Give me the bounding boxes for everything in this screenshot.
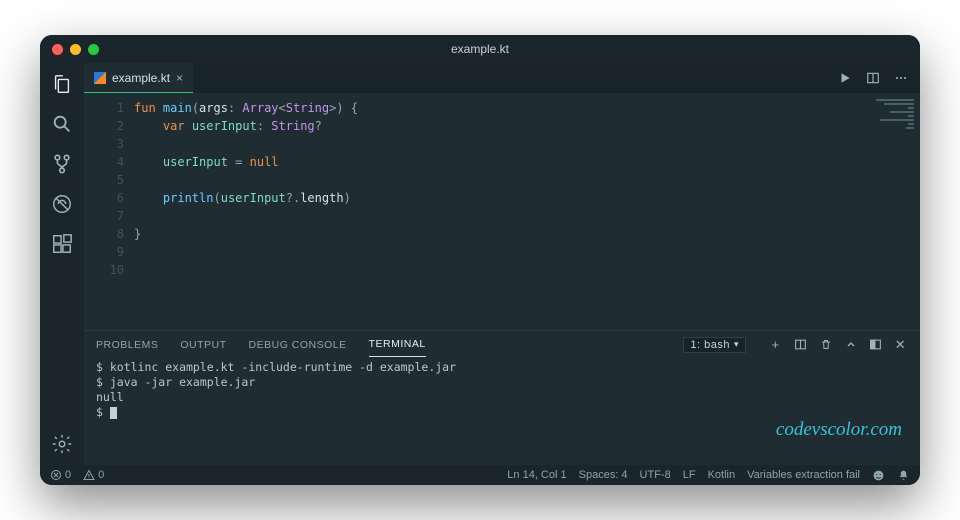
explorer-icon[interactable] <box>49 71 75 97</box>
activity-bar <box>40 63 84 465</box>
code-content[interactable]: fun main(args: Array<String>) { var user… <box>134 93 860 330</box>
tab-example-kt[interactable]: example.kt × <box>84 63 193 93</box>
panel-tab-debug-console[interactable]: DEBUG CONSOLE <box>249 333 347 357</box>
status-cursor-position[interactable]: Ln 14, Col 1 <box>507 469 566 481</box>
debug-icon[interactable] <box>49 191 75 217</box>
toggle-panel-icon[interactable] <box>868 337 883 352</box>
line-number: 3 <box>84 135 124 153</box>
panel-tab-terminal[interactable]: TERMINAL <box>369 332 426 357</box>
status-errors[interactable]: 0 <box>50 469 71 481</box>
terminal-cursor <box>110 407 117 419</box>
line-number: 4 <box>84 153 124 171</box>
split-editor-icon[interactable] <box>864 69 882 87</box>
terminal-line: null <box>96 390 908 405</box>
terminal-line: $ <box>96 405 908 420</box>
line-number: 6 <box>84 189 124 207</box>
minimize-window-icon[interactable] <box>70 44 81 55</box>
titlebar: example.kt <box>40 35 920 63</box>
terminal-selector[interactable]: 1: bash ▾ <box>683 337 746 353</box>
traffic-lights <box>52 44 99 55</box>
terminal-line: $ kotlinc example.kt -include-runtime -d… <box>96 360 908 375</box>
status-eol[interactable]: LF <box>683 469 696 481</box>
status-bell-icon[interactable] <box>897 469 910 482</box>
line-number: 1 <box>84 99 124 117</box>
line-number: 8 <box>84 225 124 243</box>
run-icon[interactable] <box>836 69 854 87</box>
split-terminal-icon[interactable] <box>793 337 808 352</box>
maximize-panel-icon[interactable] <box>843 337 858 352</box>
status-bar: 0 0 Ln 14, Col 1 Spaces: 4 UTF-8 LF Kotl… <box>40 465 920 485</box>
status-encoding[interactable]: UTF-8 <box>640 469 671 481</box>
line-number: 10 <box>84 261 124 279</box>
more-actions-icon[interactable] <box>892 69 910 87</box>
chevron-updown-icon: ▾ <box>734 339 739 350</box>
code-line[interactable] <box>134 207 860 225</box>
search-icon[interactable] <box>49 111 75 137</box>
editor-tabs: example.kt × <box>84 63 920 93</box>
code-line[interactable] <box>134 171 860 189</box>
bottom-panel: PROBLEMS OUTPUT DEBUG CONSOLE TERMINAL 1: b… <box>84 330 920 465</box>
status-indent[interactable]: Spaces: 4 <box>579 469 628 481</box>
kill-terminal-icon[interactable] <box>818 337 833 352</box>
line-number: 5 <box>84 171 124 189</box>
maximize-window-icon[interactable] <box>88 44 99 55</box>
line-number: 9 <box>84 243 124 261</box>
kotlin-file-icon <box>94 72 106 84</box>
terminal-output[interactable]: $ kotlinc example.kt -include-runtime -d… <box>84 358 920 465</box>
terminal-selector-label: 1: bash <box>690 339 730 351</box>
editor-window: example.kt <box>40 35 920 485</box>
line-gutter: 12345678910 <box>84 93 134 330</box>
window-title: example.kt <box>451 42 509 56</box>
line-number: 7 <box>84 207 124 225</box>
status-language[interactable]: Kotlin <box>708 469 736 481</box>
code-line[interactable]: println(userInput?.length) <box>134 189 860 207</box>
source-control-icon[interactable] <box>49 151 75 177</box>
code-line[interactable]: fun main(args: Array<String>) { <box>134 99 860 117</box>
tab-label: example.kt <box>112 71 170 85</box>
extensions-icon[interactable] <box>49 231 75 257</box>
panel-tab-output[interactable]: OUTPUT <box>180 333 226 357</box>
code-line[interactable]: } <box>134 225 860 243</box>
terminal-line: $ java -jar example.jar <box>96 375 908 390</box>
minimap[interactable] <box>860 93 920 330</box>
settings-gear-icon[interactable] <box>49 431 75 457</box>
panel-tab-problems[interactable]: PROBLEMS <box>96 333 158 357</box>
line-number: 2 <box>84 117 124 135</box>
panel-tabs: PROBLEMS OUTPUT DEBUG CONSOLE TERMINAL 1: b… <box>84 330 920 358</box>
status-warnings[interactable]: 0 <box>83 469 104 481</box>
code-line[interactable]: var userInput: String? <box>134 117 860 135</box>
code-line[interactable] <box>134 261 860 279</box>
code-line[interactable] <box>134 243 860 261</box>
close-panel-icon[interactable]: ✕ <box>893 337 908 352</box>
code-editor[interactable]: 12345678910 fun main(args: Array<String>… <box>84 93 920 330</box>
code-line[interactable] <box>134 135 860 153</box>
status-extra[interactable]: Variables extraction fail <box>747 469 860 481</box>
editor-actions <box>836 63 920 93</box>
close-window-icon[interactable] <box>52 44 63 55</box>
code-line[interactable]: userInput = null <box>134 153 860 171</box>
tab-close-icon[interactable]: × <box>176 71 183 85</box>
status-feedback-icon[interactable] <box>872 469 885 482</box>
new-terminal-icon[interactable]: + <box>768 337 783 352</box>
